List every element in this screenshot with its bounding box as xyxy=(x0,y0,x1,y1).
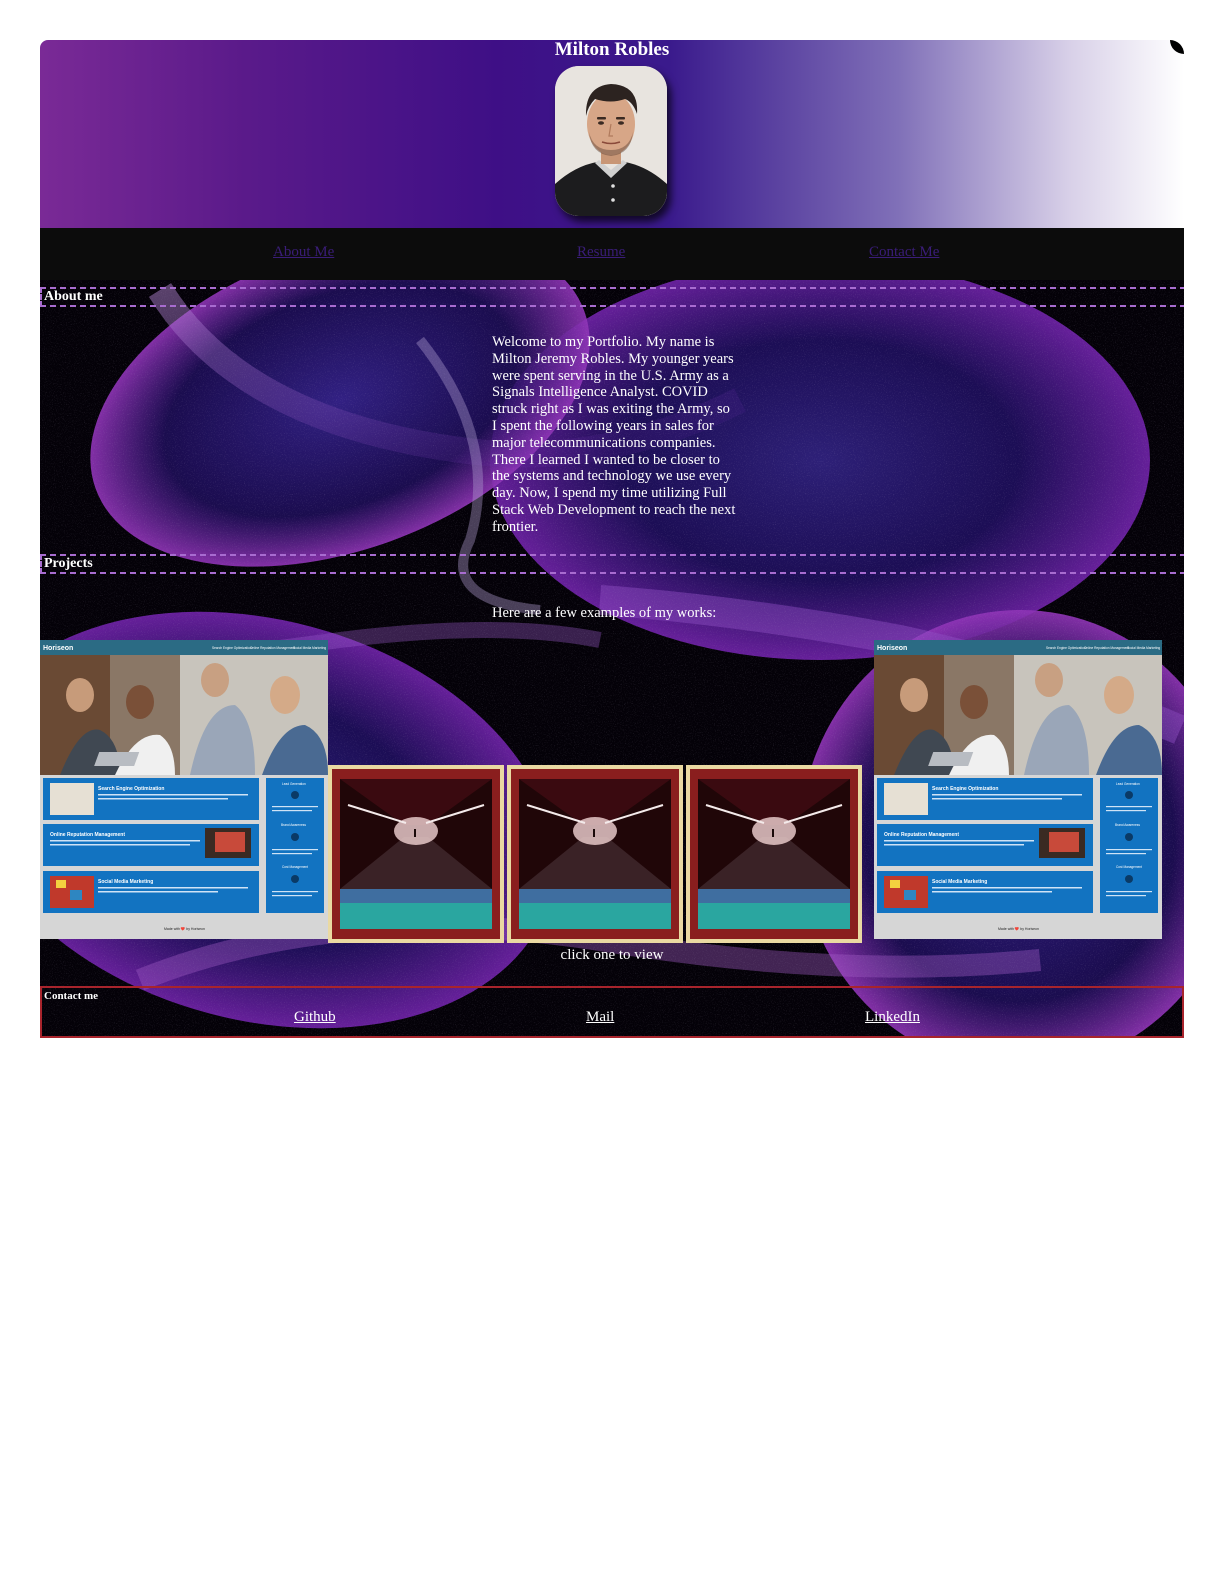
contact-section-heading: Contact me xyxy=(44,990,99,1002)
avatar xyxy=(555,66,667,216)
horiseon-brand: Horiseon xyxy=(877,645,907,652)
contact-link-linkedin[interactable]: LinkedIn xyxy=(865,1009,920,1025)
nav-link-about-me[interactable]: About Me xyxy=(273,244,334,260)
about-description: Welcome to my Portfolio. My name is Milt… xyxy=(492,334,736,535)
horiseon-card-2: Online Reputation Management xyxy=(884,832,959,838)
page-title: Milton Robles xyxy=(554,40,670,60)
horiseon-preview-image: Horiseon Search Engine Optimization Onli… xyxy=(874,640,1162,939)
main-content: About me Welcome to my Portfolio. My nam… xyxy=(40,280,1184,1038)
horiseon-card-3: Social Media Marketing xyxy=(932,879,987,885)
header-banner: Milton Robles xyxy=(40,40,1184,228)
profile-photo-icon xyxy=(555,66,667,216)
project-thumbnail-horiseon-2[interactable]: Horiseon Search Engine Optimization Onli… xyxy=(874,640,1162,939)
contact-link-mail[interactable]: Mail xyxy=(586,1009,614,1025)
horiseon-nav-2: Online Reputation Management xyxy=(250,646,295,650)
nav-link-contact-me[interactable]: Contact Me xyxy=(869,244,939,260)
horiseon-card-1: Search Engine Optimization xyxy=(932,786,998,792)
horiseon-card-2: Online Reputation Management xyxy=(50,832,125,838)
horiseon-side-1: Lead Generation xyxy=(282,782,306,786)
projects-intro: Here are a few examples of my works: xyxy=(492,605,717,621)
horiseon-preview-image: Horiseon Search Engine Optimization Onli… xyxy=(40,640,328,939)
horiseon-side-3: Cost Management xyxy=(1116,865,1142,869)
horiseon-side-2: Brand Awareness xyxy=(281,823,306,827)
horiseon-footer: Made with ❤️ by Horiseon xyxy=(998,926,1039,931)
projects-section-heading: Projects xyxy=(40,554,1184,574)
horiseon-brand: Horiseon xyxy=(43,645,73,652)
project-thumbnail-tunnel-1[interactable] xyxy=(328,765,504,943)
horiseon-nav-2: Online Reputation Management xyxy=(1084,646,1129,650)
main-nav: About Me Resume Contact Me xyxy=(40,228,1184,280)
tunnel-preview-image xyxy=(686,765,862,943)
horiseon-nav-3: Social Media Marketing xyxy=(293,646,326,650)
projects-click-hint: click one to view xyxy=(560,947,664,963)
horiseon-side-2: Brand Awareness xyxy=(1115,823,1140,827)
contact-section: Contact me Github Mail LinkedIn xyxy=(40,986,1184,1038)
horiseon-card-1: Search Engine Optimization xyxy=(98,786,164,792)
horiseon-card-3: Social Media Marketing xyxy=(98,879,153,885)
project-thumbnail-tunnel-2[interactable] xyxy=(507,765,683,943)
nav-link-resume[interactable]: Resume xyxy=(577,244,625,260)
project-thumbnail-horiseon[interactable]: Horiseon Search Engine Optimization Onli… xyxy=(40,640,328,939)
horiseon-footer: Made with ❤️ by Horiseon xyxy=(164,926,205,931)
horiseon-nav-1: Search Engine Optimization xyxy=(212,646,252,650)
horiseon-nav-3: Social Media Marketing xyxy=(1127,646,1160,650)
tunnel-preview-image xyxy=(328,765,504,943)
tunnel-preview-image xyxy=(507,765,683,943)
project-thumbnail-tunnel-3[interactable] xyxy=(686,765,862,943)
about-section-heading: About me xyxy=(40,287,1184,307)
horiseon-side-1: Lead Generation xyxy=(1116,782,1140,786)
contact-link-github[interactable]: Github xyxy=(294,1009,336,1025)
horiseon-nav-1: Search Engine Optimization xyxy=(1046,646,1086,650)
horiseon-side-3: Cost Management xyxy=(282,865,308,869)
portfolio-page: Milton Robles About Me Resume Contact Me… xyxy=(0,0,1224,1584)
